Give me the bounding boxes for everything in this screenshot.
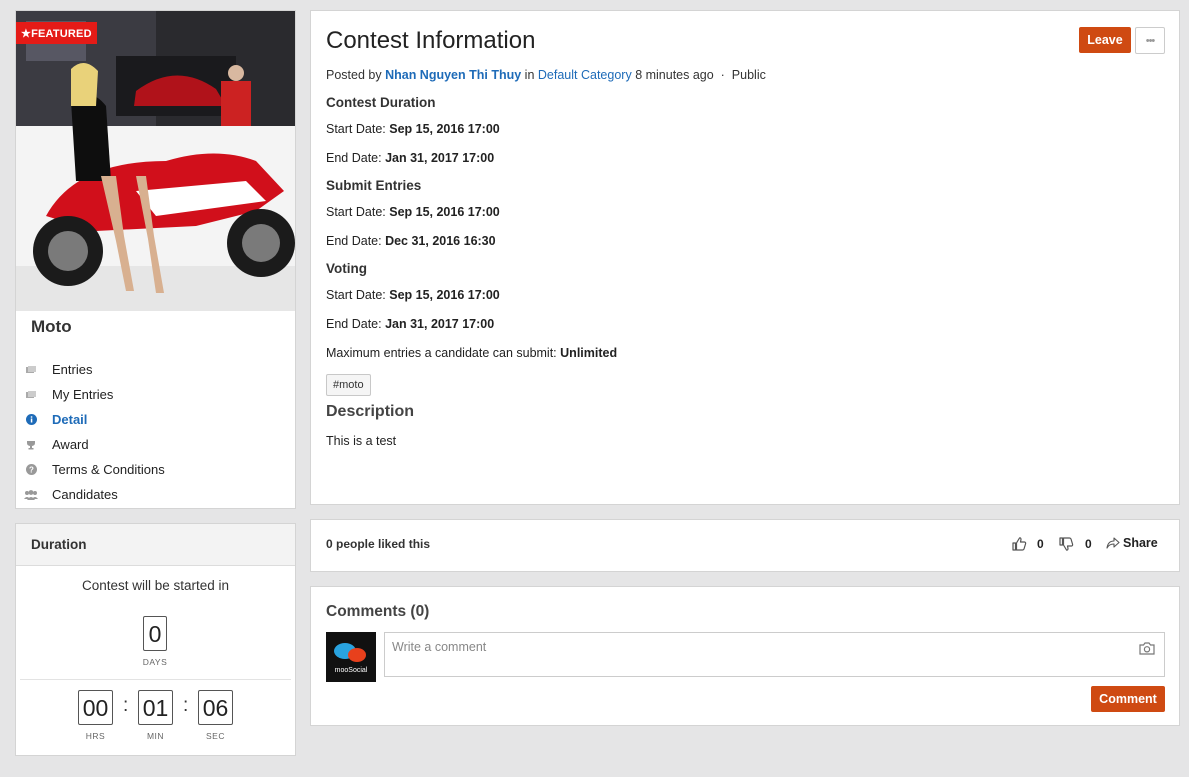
post-meta: Posted by Nhan Nguyen Thi Thuy in Defaul… [326, 68, 766, 82]
svg-text:?: ? [29, 466, 34, 475]
contest-duration-heading: Contest Duration [326, 95, 436, 110]
likes-summary[interactable]: 0 people liked this [326, 537, 430, 551]
voting-start-date: Start Date: Sep 15, 2016 17:00 [326, 288, 500, 302]
entries-icon [24, 363, 38, 377]
page-title: Contest Information [326, 27, 536, 54]
category-link[interactable]: Default Category [538, 68, 632, 82]
menu-item-label: Detail [52, 412, 88, 427]
menu-item-label: Entries [52, 362, 93, 377]
featured-badge: ★FEATURED [16, 22, 97, 44]
contest-menu: Entries My Entries Detail Award ? Terms … [24, 357, 289, 507]
motorcycle-photo [16, 11, 295, 311]
menu-item-entries[interactable]: Entries [24, 357, 289, 382]
countdown-hours-label: HRS [85, 731, 106, 741]
my-entries-icon [24, 388, 38, 402]
privacy-label: Public [731, 68, 766, 82]
countdown-minutes-label: MIN [146, 731, 165, 741]
voting-heading: Voting [326, 261, 367, 276]
countdown-separator: : [123, 695, 129, 716]
menu-item-award[interactable]: Award [24, 432, 289, 457]
max-entries: Maximum entries a candidate can submit: … [326, 346, 618, 360]
likes-bar: 0 people liked this 0 0 Share [310, 519, 1180, 572]
trophy-icon [24, 438, 38, 452]
menu-item-candidates[interactable]: Candidates [24, 482, 289, 507]
camera-icon[interactable] [1139, 641, 1155, 655]
countdown-days-label: DAYS [142, 657, 168, 667]
comments-heading: Comments (0) [326, 603, 430, 620]
share-label: Share [1123, 536, 1158, 550]
contest-title: Moto [31, 317, 72, 336]
countdown-days: 0 [143, 616, 167, 651]
menu-item-label: Candidates [52, 487, 118, 502]
svg-text:mooSocial: mooSocial [335, 667, 368, 674]
thumbs-down-icon[interactable] [1058, 536, 1074, 552]
countdown-minutes: 01 [138, 690, 173, 725]
menu-item-label: Award [52, 437, 89, 452]
comments-card: Comments (0) mooSocial Write a comment C… [310, 586, 1180, 726]
menu-item-terms[interactable]: ? Terms & Conditions [24, 457, 289, 482]
countdown-divider [20, 679, 291, 680]
share-icon [1106, 537, 1120, 549]
contest-end-date: End Date: Jan 31, 2017 17:00 [326, 151, 495, 165]
description-heading: Description [326, 403, 415, 420]
menu-item-label: Terms & Conditions [52, 462, 165, 477]
comment-submit-button[interactable]: Comment [1091, 686, 1165, 712]
submit-entries-heading: Submit Entries [326, 178, 422, 193]
share-button[interactable]: Share [1106, 536, 1158, 550]
time-ago: 8 minutes ago [635, 68, 714, 82]
posted-by-label: Posted by [326, 68, 382, 82]
comment-input[interactable]: Write a comment [384, 632, 1165, 677]
tag-moto[interactable]: #moto [326, 374, 371, 396]
menu-item-detail[interactable]: Detail [24, 407, 289, 432]
question-icon: ? [24, 463, 38, 477]
contest-card: ★FEATURED Moto Entries My Entries Detail… [15, 10, 296, 509]
dislike-count: 0 [1085, 537, 1092, 551]
countdown-seconds: 06 [198, 690, 233, 725]
duration-header: Duration [16, 524, 295, 566]
like-count: 0 [1037, 537, 1044, 551]
more-options-button[interactable]: ••• [1135, 27, 1165, 54]
countdown-separator: : [183, 695, 189, 716]
avatar: mooSocial [326, 632, 376, 682]
contest-cover-image[interactable] [16, 11, 295, 311]
moosocial-logo: mooSocial [326, 632, 376, 682]
duration-card: Duration Contest will be started in 0 DA… [15, 523, 296, 756]
info-icon [24, 413, 38, 427]
more-dots-icon: ••• [1145, 34, 1156, 47]
countdown-caption: Contest will be started in [81, 578, 230, 593]
author-link[interactable]: Nhan Nguyen Thi Thuy [385, 68, 521, 82]
submit-end-date: End Date: Dec 31, 2016 16:30 [326, 234, 496, 248]
thumbs-up-icon[interactable] [1011, 536, 1027, 552]
contest-info-card: Contest Information Leave ••• Posted by … [310, 10, 1180, 505]
submit-start-date: Start Date: Sep 15, 2016 17:00 [326, 205, 500, 219]
in-label: in [524, 68, 535, 82]
countdown-hours: 00 [78, 690, 113, 725]
voting-end-date: End Date: Jan 31, 2017 17:00 [326, 317, 495, 331]
leave-button[interactable]: Leave [1079, 27, 1131, 53]
star-icon: ★ [21, 28, 32, 40]
meta-separator: · [720, 68, 725, 82]
countdown-seconds-label: SEC [206, 731, 225, 741]
users-icon [24, 488, 38, 502]
description-text: This is a test [326, 434, 397, 448]
contest-start-date: Start Date: Sep 15, 2016 17:00 [326, 122, 500, 136]
menu-item-my-entries[interactable]: My Entries [24, 382, 289, 407]
menu-item-label: My Entries [52, 387, 114, 402]
